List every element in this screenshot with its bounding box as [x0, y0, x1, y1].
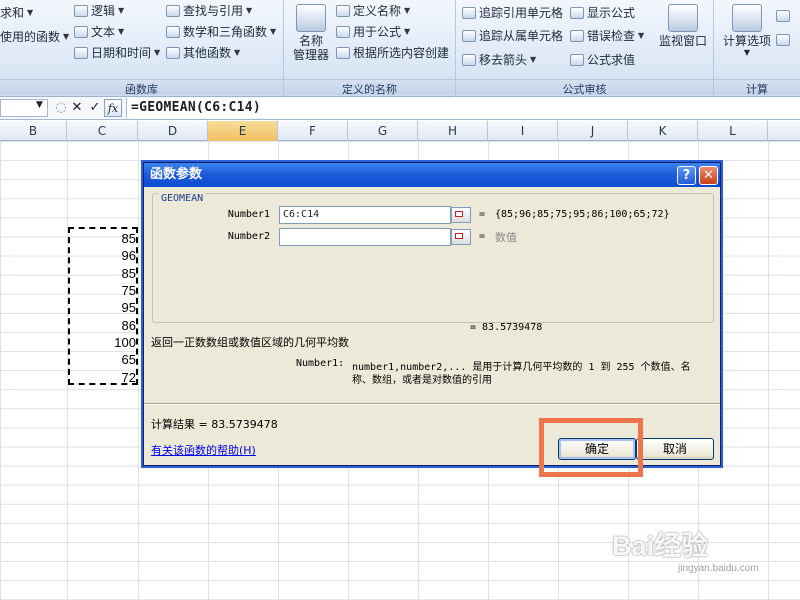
- close-icon[interactable]: ✕: [699, 166, 718, 185]
- column-header-selected[interactable]: E: [208, 121, 278, 141]
- cell-value[interactable]: 96: [70, 246, 136, 265]
- calc-options-button[interactable]: 计算选项 ▼: [718, 4, 776, 57]
- function-help-link[interactable]: 有关该函数的帮助(H): [151, 442, 256, 458]
- arg-help-text: 称、数组，或者是对数值的引用: [352, 375, 492, 386]
- error-checking-icon: [570, 29, 584, 42]
- text-button[interactable]: 文本 ▼: [74, 23, 124, 40]
- collapse-dialog-icon[interactable]: [451, 229, 471, 245]
- ribbon: 求和 ▼ 使用的函数 ▼ 逻辑 ▼ 文本 ▼ 日期和时间 ▼ 查找与引用 ▼ 数学和三角函数…: [0, 0, 800, 97]
- column-header[interactable]: G: [348, 121, 418, 141]
- calc-now-icon: [776, 10, 790, 22]
- column-header[interactable]: K: [628, 121, 698, 141]
- formula-auditing-group: 追踪引用单元格 追踪从属单元格 移去箭头 ▼ 显示公式 错误检查 ▼ 公式求值 监视…: [456, 0, 714, 97]
- group-label-defined-names: 定义的名称: [284, 79, 455, 96]
- cancel-button[interactable]: 取消: [636, 438, 714, 460]
- arg-label: Number1: [227, 209, 270, 220]
- help-icon[interactable]: ?: [677, 166, 696, 185]
- text-icon: [74, 25, 88, 38]
- logical-icon: [74, 4, 88, 17]
- create-from-selection-button[interactable]: 根据所选内容创建: [336, 44, 449, 61]
- calc-sheet-button[interactable]: [776, 34, 793, 46]
- formula-bar: ▼ ◌ ✕ ✓ fx =GEOMEAN(C6:C14): [0, 97, 800, 120]
- column-header[interactable]: H: [418, 121, 488, 141]
- column-header[interactable]: L: [698, 121, 768, 141]
- watch-window-icon: [668, 4, 698, 32]
- calculator-icon: [732, 4, 762, 32]
- lookup-icon: [166, 4, 180, 17]
- logical-button[interactable]: 逻辑 ▼: [74, 2, 124, 19]
- arguments-fieldset: GEOMEAN Number1 C6:C14 = {85;96;85;75;95…: [152, 193, 714, 323]
- group-label-function-library: 函数库: [0, 79, 283, 96]
- highlight-box: [539, 418, 643, 477]
- number1-input[interactable]: C6:C14: [279, 206, 451, 224]
- cancel-icon[interactable]: ✕: [68, 99, 86, 117]
- function-description: 返回一正数数组或数值区域的几何平均数: [151, 336, 349, 349]
- collapse-dialog-icon[interactable]: [451, 207, 471, 223]
- lookup-button[interactable]: 查找与引用 ▼: [166, 2, 252, 19]
- watch-window-button[interactable]: 监视窗口: [654, 4, 712, 48]
- create-from-selection-icon: [336, 46, 350, 59]
- evaluate-formula-button[interactable]: 公式求值: [570, 51, 635, 68]
- trace-precedents-button[interactable]: 追踪引用单元格: [462, 4, 563, 21]
- defined-names-group: 名称 管理器 定义名称 ▼ 用于公式 ▼ 根据所选内容创建 定义的名称: [284, 0, 456, 97]
- number2-input[interactable]: [279, 228, 451, 246]
- define-name-button[interactable]: 定义名称 ▼: [336, 2, 410, 19]
- name-manager-button[interactable]: 名称 管理器: [288, 4, 334, 62]
- cell-value[interactable]: 72: [70, 368, 136, 387]
- trace-dependents-icon: [462, 29, 476, 42]
- column-header[interactable]: C: [67, 121, 138, 141]
- function-library-group: 求和 ▼ 使用的函数 ▼ 逻辑 ▼ 文本 ▼ 日期和时间 ▼ 查找与引用 ▼ 数学和三角函数…: [0, 0, 284, 97]
- column-header[interactable]: J: [558, 121, 628, 141]
- column-header[interactable]: D: [138, 121, 208, 141]
- use-in-formula-button[interactable]: 用于公式 ▼: [336, 23, 410, 40]
- show-formulas-icon: [570, 6, 584, 19]
- calc-result: 计算结果 = 83.5739478: [151, 418, 278, 431]
- clock-icon: [74, 46, 88, 59]
- remove-arrows-button[interactable]: 移去箭头 ▼: [462, 51, 536, 68]
- watermark-url: jingyan.baidu.com: [678, 563, 759, 574]
- enter-check-icon[interactable]: ✓: [86, 99, 104, 117]
- name-box-dropdown-icon[interactable]: ▼: [36, 100, 43, 110]
- column-header[interactable]: I: [488, 121, 558, 141]
- more-functions-icon: [166, 46, 180, 59]
- remove-arrows-icon: [462, 53, 476, 66]
- define-name-icon: [336, 4, 350, 17]
- column-headers: B C D E F G H I J K L: [0, 121, 800, 141]
- more-functions-button[interactable]: 其他函数 ▼: [166, 44, 240, 61]
- calc-sheet-icon: [776, 34, 790, 46]
- recently-used-button[interactable]: 使用的函数 ▼: [0, 28, 69, 45]
- error-checking-button[interactable]: 错误检查 ▼: [570, 27, 644, 44]
- math-button[interactable]: 数学和三角函数 ▼: [166, 23, 276, 40]
- arg-help-label: Number1:: [296, 358, 345, 369]
- formula-result: = 83.5739478: [470, 322, 543, 333]
- watermark-logo: Bai经验: [612, 531, 709, 561]
- group-label-calculation: 计算: [714, 79, 800, 96]
- trace-dependents-button[interactable]: 追踪从属单元格: [462, 27, 563, 44]
- math-icon: [166, 25, 180, 38]
- insert-function-button[interactable]: fx: [104, 99, 122, 117]
- column-header[interactable]: B: [0, 121, 67, 141]
- show-formulas-button[interactable]: 显示公式: [570, 4, 635, 21]
- arg-label: Number2: [227, 231, 270, 242]
- calculation-group: 计算选项 ▼ 计算: [714, 0, 800, 97]
- formula-text: =GEOMEAN(C6:C14): [131, 100, 262, 115]
- cell-value[interactable]: 65: [70, 350, 136, 369]
- autosum-button[interactable]: 求和 ▼: [0, 4, 33, 21]
- evaluate-formula-icon: [570, 53, 584, 66]
- arg-result: {85;96;85;75;95;86;100;65;72}: [495, 209, 670, 220]
- arg-result: 数值: [495, 231, 517, 244]
- function-name: GEOMEAN: [159, 193, 206, 204]
- dialog-title: 函数参数: [144, 163, 720, 187]
- column-header[interactable]: F: [278, 121, 348, 141]
- group-label-formula-auditing: 公式审核: [456, 79, 713, 96]
- calc-now-button[interactable]: [776, 10, 793, 22]
- trace-precedents-icon: [462, 6, 476, 19]
- name-manager-icon: [296, 4, 326, 32]
- use-in-formula-icon: [336, 25, 350, 38]
- datetime-button[interactable]: 日期和时间 ▼: [74, 44, 160, 61]
- divider: [144, 403, 720, 405]
- cell-value[interactable]: 95: [70, 298, 136, 317]
